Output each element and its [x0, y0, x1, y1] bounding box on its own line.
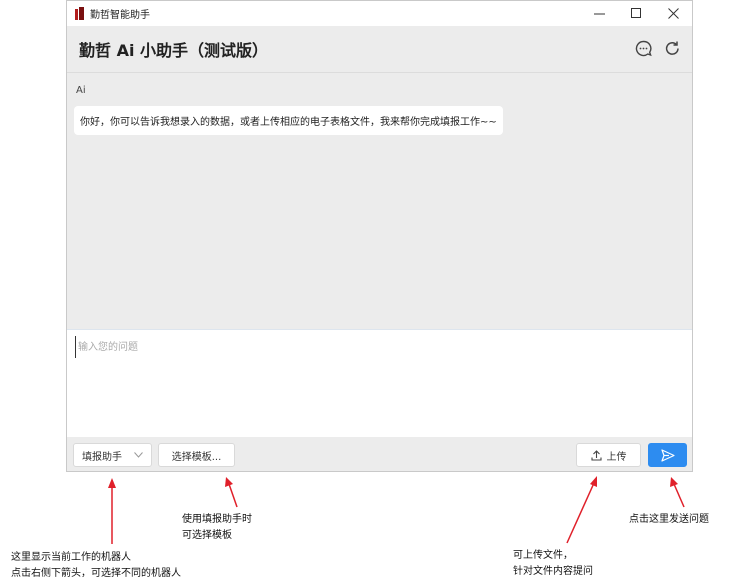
upload-arrowhead	[590, 476, 597, 487]
upload-callout: 可上传文件， 针对文件内容提问	[513, 548, 593, 580]
upload-callout-line2: 针对文件内容提问	[513, 566, 593, 577]
upload-callout-line1: 可上传文件，	[513, 550, 573, 561]
template-callout-line1: 使用填报助手时	[182, 514, 252, 525]
template-callout: 使用填报助手时 可选择模板	[182, 512, 252, 544]
send-callout: 点击这里发送问题	[629, 512, 709, 528]
template-arrow	[228, 483, 238, 508]
assistant-arrowhead	[108, 478, 116, 488]
assistant-callout: 这里显示当前工作的机器人 点击右侧下箭头，可选择不同的机器人	[11, 550, 181, 582]
send-arrowhead	[670, 477, 678, 487]
send-arrow	[673, 483, 685, 508]
send-callout-line1: 点击这里发送问题	[629, 514, 709, 525]
assistant-callout-line2: 点击右侧下箭头，可选择不同的机器人	[11, 568, 181, 579]
annotation-arrows	[108, 476, 685, 544]
template-callout-line2: 可选择模板	[182, 530, 232, 541]
template-arrowhead	[225, 477, 233, 487]
upload-arrow	[566, 482, 595, 544]
assistant-callout-line1: 这里显示当前工作的机器人	[11, 552, 131, 563]
